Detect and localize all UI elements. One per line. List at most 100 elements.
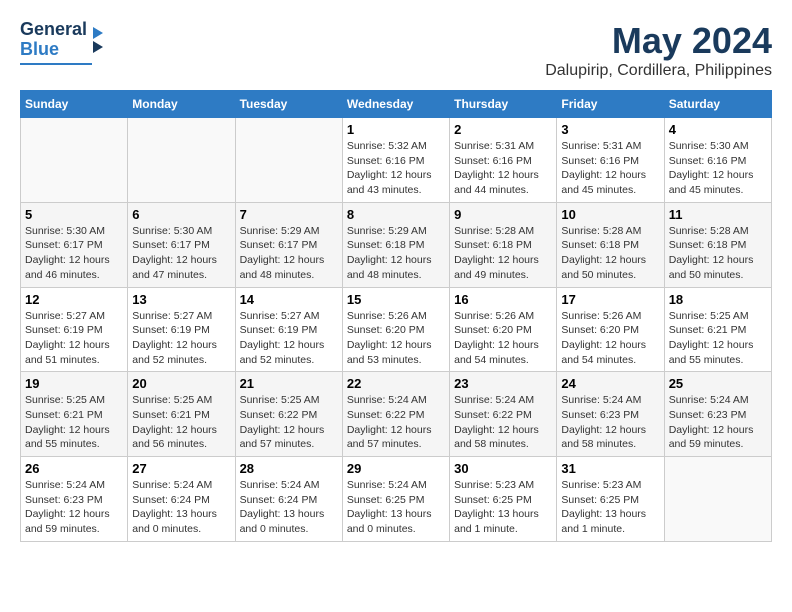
day-number: 31 bbox=[561, 461, 659, 476]
day-info: Sunrise: 5:28 AMSunset: 6:18 PMDaylight:… bbox=[561, 224, 659, 283]
main-title: May 2024 bbox=[545, 20, 772, 62]
header-saturday: Saturday bbox=[664, 91, 771, 118]
calendar-cell: 23 Sunrise: 5:24 AMSunset: 6:22 PMDayligh… bbox=[450, 372, 557, 457]
day-info: Sunrise: 5:29 AMSunset: 6:17 PMDaylight:… bbox=[240, 224, 338, 283]
day-info: Sunrise: 5:25 AMSunset: 6:21 PMDaylight:… bbox=[25, 393, 123, 452]
day-info: Sunrise: 5:24 AMSunset: 6:24 PMDaylight:… bbox=[132, 478, 230, 537]
calendar-cell: 6Sunrise: 5:30 AMSunset: 6:17 PMDaylight… bbox=[128, 202, 235, 287]
calendar-cell: 3 Sunrise: 5:31 AMSunset: 6:16 PMDaylight… bbox=[557, 118, 664, 203]
day-number: 2 bbox=[454, 122, 552, 137]
day-number: 10 bbox=[561, 207, 659, 222]
calendar-cell: 9Sunrise: 5:28 AMSunset: 6:18 PMDaylight… bbox=[450, 202, 557, 287]
day-info: Sunrise: 5:25 AMSunset: 6:21 PMDaylight:… bbox=[669, 309, 767, 368]
calendar-cell: 4Sunrise: 5:30 AMSunset: 6:16 PMDaylight… bbox=[664, 118, 771, 203]
calendar-cell: 22 Sunrise: 5:24 AMSunset: 6:22 PMDayligh… bbox=[342, 372, 449, 457]
week-row-1: 1 Sunrise: 5:32 AMSunset: 6:16 PMDaylight… bbox=[21, 118, 772, 203]
week-row-3: 12Sunrise: 5:27 AMSunset: 6:19 PMDayligh… bbox=[21, 287, 772, 372]
week-row-5: 26Sunrise: 5:24 AMSunset: 6:23 PMDayligh… bbox=[21, 457, 772, 542]
header-wednesday: Wednesday bbox=[342, 91, 449, 118]
calendar-cell: 29 Sunrise: 5:24 AMSunset: 6:25 PMDayligh… bbox=[342, 457, 449, 542]
day-number: 14 bbox=[240, 292, 338, 307]
day-info: Sunrise: 5:32 AMSunset: 6:16 PMDaylight:… bbox=[347, 139, 445, 198]
day-number: 19 bbox=[25, 376, 123, 391]
day-info: Sunrise: 5:24 AMSunset: 6:22 PMDaylight:… bbox=[454, 393, 552, 452]
day-info: Sunrise: 5:24 AMSunset: 6:24 PMDaylight:… bbox=[240, 478, 338, 537]
day-number: 1 bbox=[347, 122, 445, 137]
calendar-cell: 21 Sunrise: 5:25 AMSunset: 6:22 PMDayligh… bbox=[235, 372, 342, 457]
day-number: 30 bbox=[454, 461, 552, 476]
day-info: Sunrise: 5:31 AMSunset: 6:16 PMDaylight:… bbox=[454, 139, 552, 198]
day-number: 11 bbox=[669, 207, 767, 222]
calendar-cell: 26Sunrise: 5:24 AMSunset: 6:23 PMDayligh… bbox=[21, 457, 128, 542]
day-info: Sunrise: 5:30 AMSunset: 6:17 PMDaylight:… bbox=[132, 224, 230, 283]
day-number: 28 bbox=[240, 461, 338, 476]
calendar-cell bbox=[235, 118, 342, 203]
day-number: 7 bbox=[240, 207, 338, 222]
day-info: Sunrise: 5:30 AMSunset: 6:16 PMDaylight:… bbox=[669, 139, 767, 198]
day-info: Sunrise: 5:26 AMSunset: 6:20 PMDaylight:… bbox=[347, 309, 445, 368]
day-number: 5 bbox=[25, 207, 123, 222]
day-info: Sunrise: 5:25 AMSunset: 6:22 PMDaylight:… bbox=[240, 393, 338, 452]
day-number: 23 bbox=[454, 376, 552, 391]
day-info: Sunrise: 5:29 AMSunset: 6:18 PMDaylight:… bbox=[347, 224, 445, 283]
calendar-cell bbox=[128, 118, 235, 203]
day-info: Sunrise: 5:27 AMSunset: 6:19 PMDaylight:… bbox=[132, 309, 230, 368]
day-number: 27 bbox=[132, 461, 230, 476]
calendar-cell bbox=[21, 118, 128, 203]
calendar-cell: 24Sunrise: 5:24 AMSunset: 6:23 PMDayligh… bbox=[557, 372, 664, 457]
day-number: 17 bbox=[561, 292, 659, 307]
calendar-cell: 1 Sunrise: 5:32 AMSunset: 6:16 PMDaylight… bbox=[342, 118, 449, 203]
calendar-cell: 11 Sunrise: 5:28 AMSunset: 6:18 PMDayligh… bbox=[664, 202, 771, 287]
calendar-cell: 7 Sunrise: 5:29 AMSunset: 6:17 PMDaylight… bbox=[235, 202, 342, 287]
day-number: 13 bbox=[132, 292, 230, 307]
calendar-cell: 17 Sunrise: 5:26 AMSunset: 6:20 PMDayligh… bbox=[557, 287, 664, 372]
calendar-cell: 16 Sunrise: 5:26 AMSunset: 6:20 PMDayligh… bbox=[450, 287, 557, 372]
day-number: 18 bbox=[669, 292, 767, 307]
day-info: Sunrise: 5:24 AMSunset: 6:25 PMDaylight:… bbox=[347, 478, 445, 537]
calendar-cell: 15Sunrise: 5:26 AMSunset: 6:20 PMDayligh… bbox=[342, 287, 449, 372]
day-number: 9 bbox=[454, 207, 552, 222]
calendar-cell: 10 Sunrise: 5:28 AMSunset: 6:18 PMDayligh… bbox=[557, 202, 664, 287]
day-info: Sunrise: 5:31 AMSunset: 6:16 PMDaylight:… bbox=[561, 139, 659, 198]
day-info: Sunrise: 5:28 AMSunset: 6:18 PMDaylight:… bbox=[669, 224, 767, 283]
calendar-cell: 12Sunrise: 5:27 AMSunset: 6:19 PMDayligh… bbox=[21, 287, 128, 372]
day-number: 3 bbox=[561, 122, 659, 137]
header-tuesday: Tuesday bbox=[235, 91, 342, 118]
week-row-4: 19 Sunrise: 5:25 AMSunset: 6:21 PMDayligh… bbox=[21, 372, 772, 457]
day-number: 29 bbox=[347, 461, 445, 476]
day-info: Sunrise: 5:27 AMSunset: 6:19 PMDaylight:… bbox=[25, 309, 123, 368]
day-number: 21 bbox=[240, 376, 338, 391]
calendar-cell: 25Sunrise: 5:24 AMSunset: 6:23 PMDayligh… bbox=[664, 372, 771, 457]
day-number: 22 bbox=[347, 376, 445, 391]
header-thursday: Thursday bbox=[450, 91, 557, 118]
calendar-cell: 5Sunrise: 5:30 AMSunset: 6:17 PMDaylight… bbox=[21, 202, 128, 287]
calendar-cell: 8 Sunrise: 5:29 AMSunset: 6:18 PMDaylight… bbox=[342, 202, 449, 287]
day-info: Sunrise: 5:25 AMSunset: 6:21 PMDaylight:… bbox=[132, 393, 230, 452]
day-number: 26 bbox=[25, 461, 123, 476]
day-info: Sunrise: 5:24 AMSunset: 6:23 PMDaylight:… bbox=[669, 393, 767, 452]
day-info: Sunrise: 5:26 AMSunset: 6:20 PMDaylight:… bbox=[561, 309, 659, 368]
logo-blue: Blue bbox=[20, 40, 59, 60]
logo: General Blue bbox=[20, 20, 103, 65]
day-info: Sunrise: 5:24 AMSunset: 6:23 PMDaylight:… bbox=[561, 393, 659, 452]
title-section: May 2024 Dalupirip, Cordillera, Philippi… bbox=[545, 20, 772, 80]
header-monday: Monday bbox=[128, 91, 235, 118]
calendar-table: SundayMondayTuesdayWednesdayThursdayFrid… bbox=[20, 90, 772, 542]
day-number: 16 bbox=[454, 292, 552, 307]
day-number: 8 bbox=[347, 207, 445, 222]
day-info: Sunrise: 5:23 AMSunset: 6:25 PMDaylight:… bbox=[561, 478, 659, 537]
header-friday: Friday bbox=[557, 91, 664, 118]
page-header: General Blue May 2024 Dalupirip, Cordill… bbox=[20, 20, 772, 80]
day-info: Sunrise: 5:26 AMSunset: 6:20 PMDaylight:… bbox=[454, 309, 552, 368]
calendar-cell: 14 Sunrise: 5:27 AMSunset: 6:19 PMDayligh… bbox=[235, 287, 342, 372]
calendar-cell: 2 Sunrise: 5:31 AMSunset: 6:16 PMDaylight… bbox=[450, 118, 557, 203]
day-info: Sunrise: 5:27 AMSunset: 6:19 PMDaylight:… bbox=[240, 309, 338, 368]
calendar-cell: 28 Sunrise: 5:24 AMSunset: 6:24 PMDayligh… bbox=[235, 457, 342, 542]
subtitle: Dalupirip, Cordillera, Philippines bbox=[545, 62, 772, 80]
logo-general: General bbox=[20, 20, 87, 40]
calendar-cell: 27 Sunrise: 5:24 AMSunset: 6:24 PMDayligh… bbox=[128, 457, 235, 542]
day-info: Sunrise: 5:24 AMSunset: 6:22 PMDaylight:… bbox=[347, 393, 445, 452]
calendar-cell: 30Sunrise: 5:23 AMSunset: 6:25 PMDayligh… bbox=[450, 457, 557, 542]
day-number: 20 bbox=[132, 376, 230, 391]
calendar-cell bbox=[664, 457, 771, 542]
